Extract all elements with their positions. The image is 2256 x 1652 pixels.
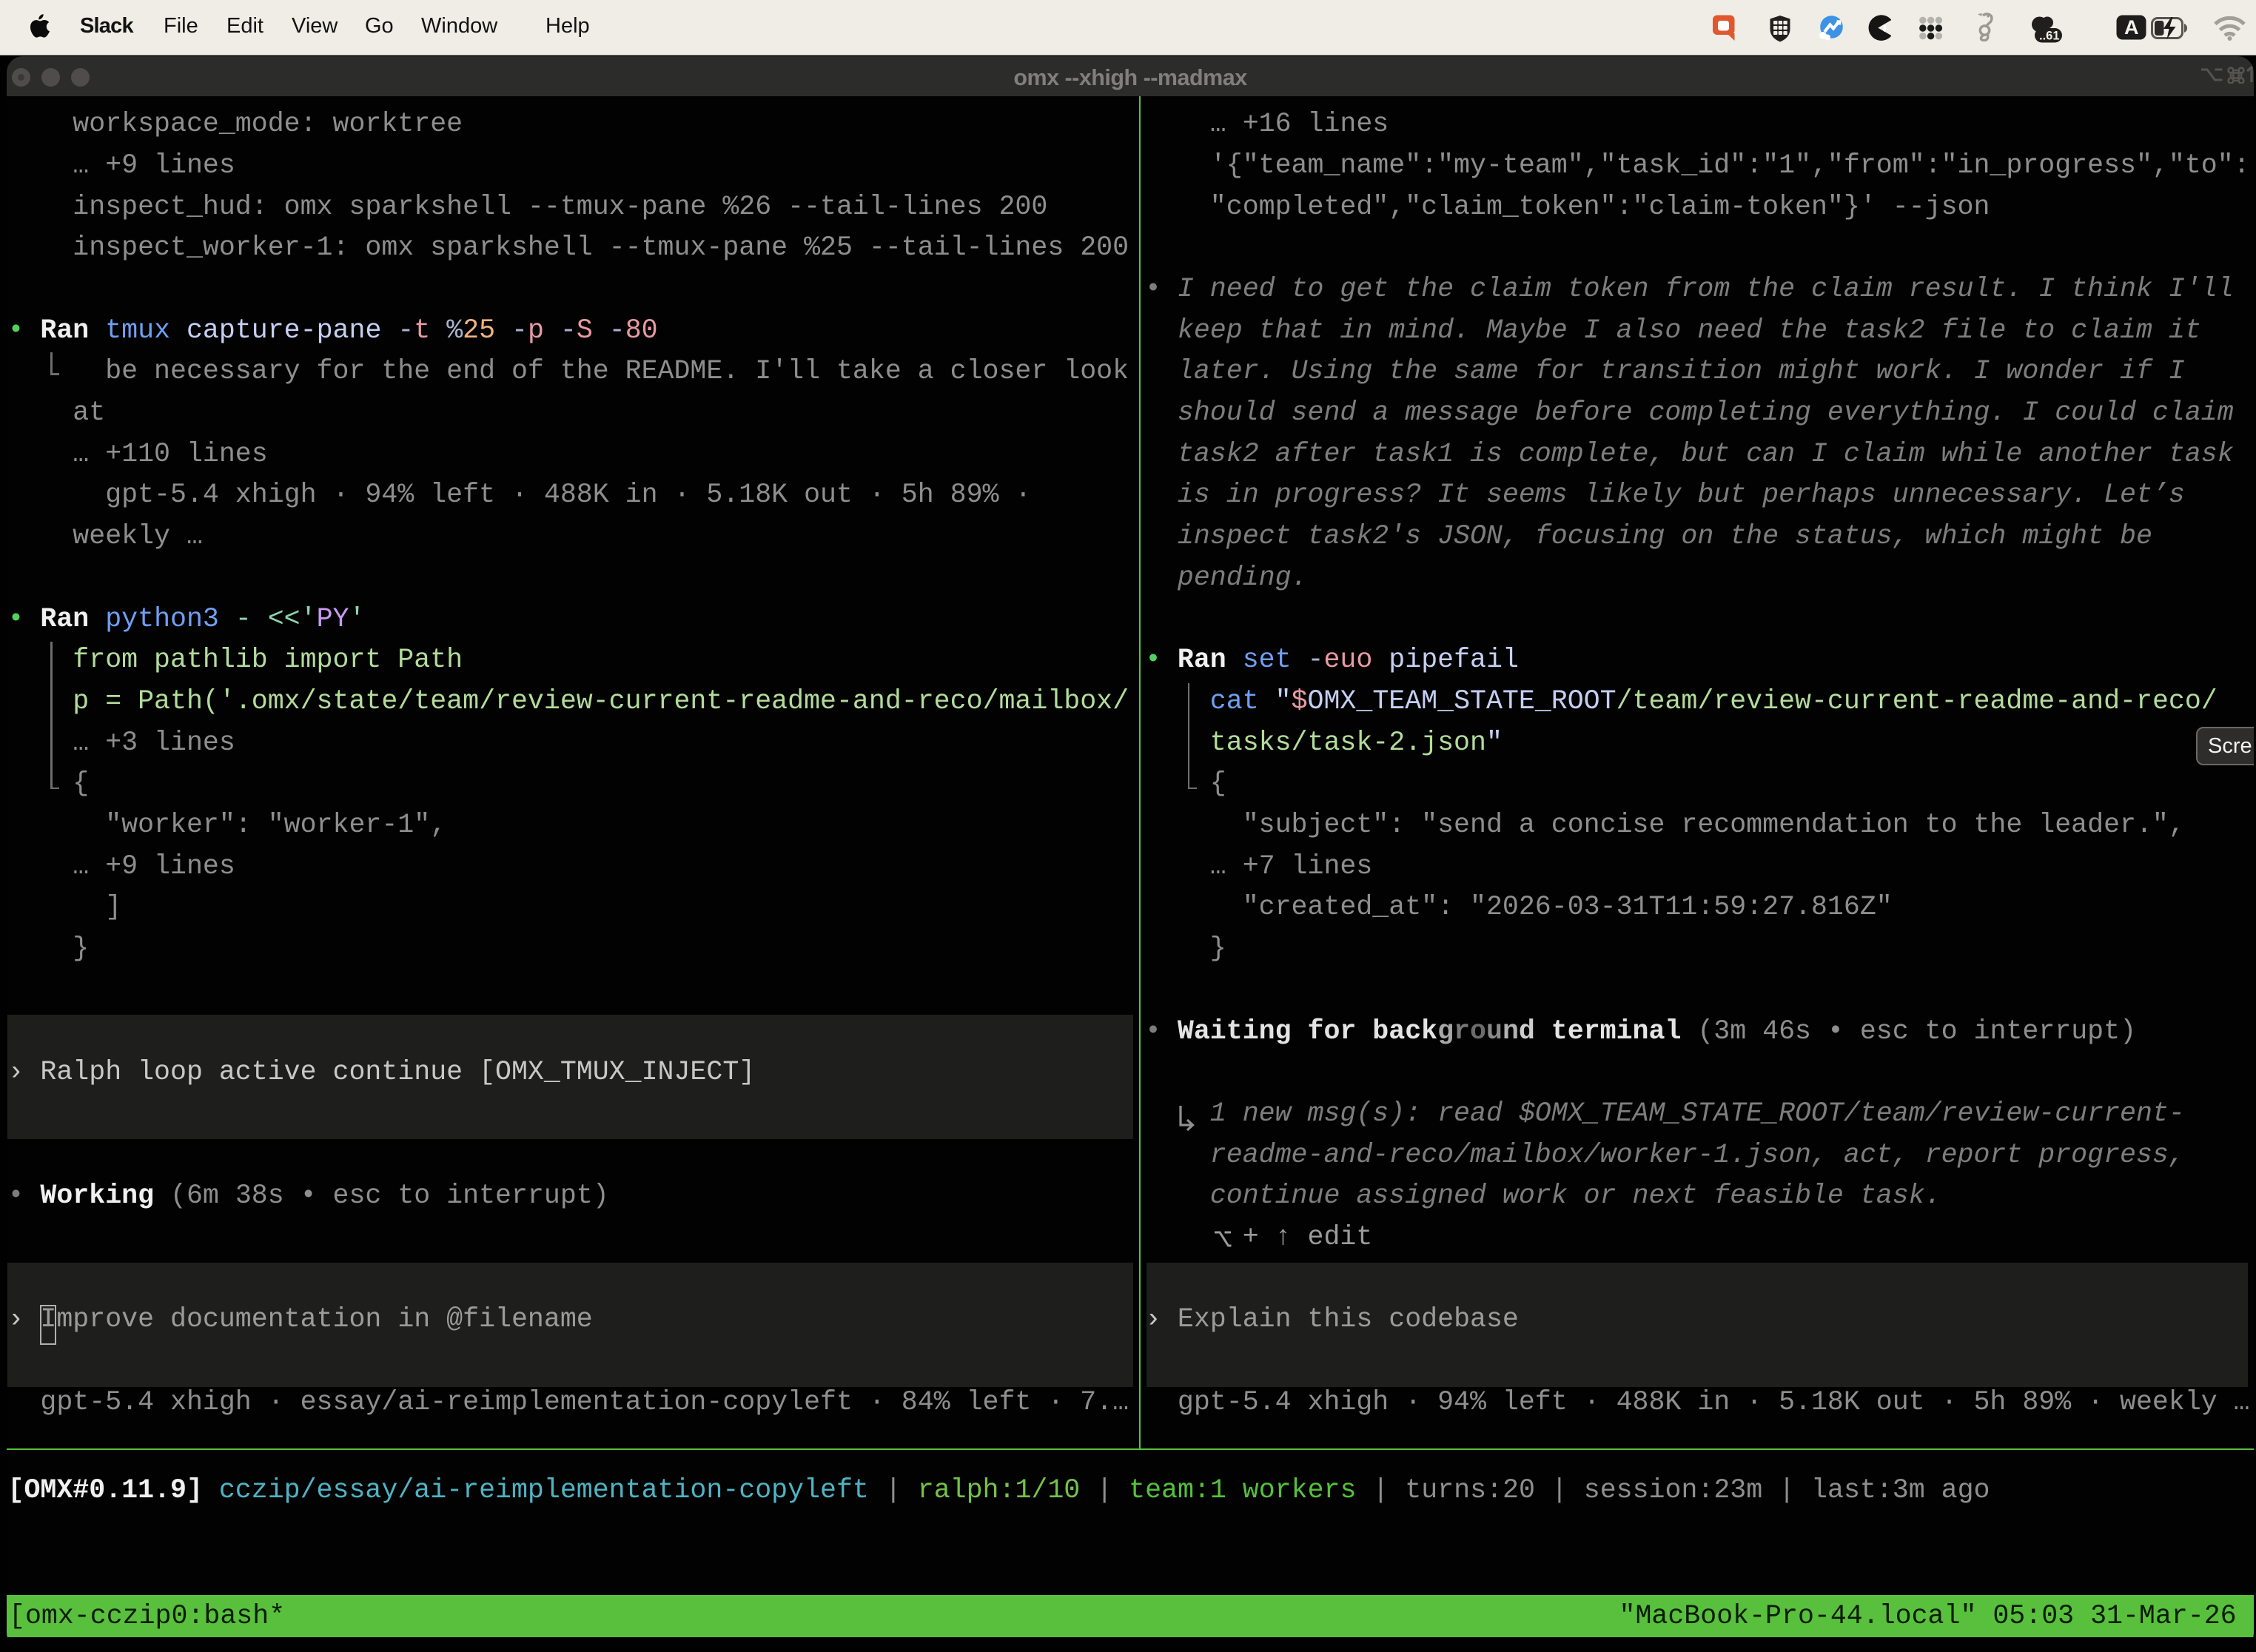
svg-text:A: A bbox=[2124, 16, 2139, 38]
svg-text:..61: ..61 bbox=[2039, 30, 2060, 43]
